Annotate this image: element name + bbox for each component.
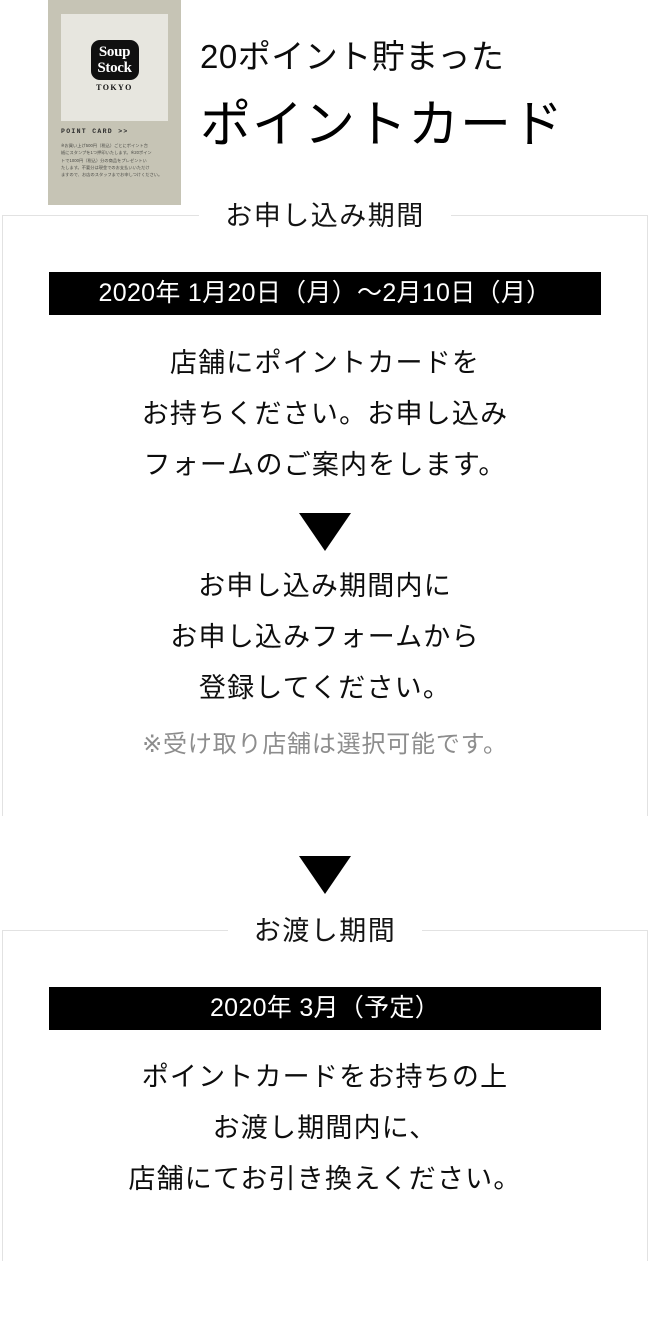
soup-stock-tokyo-logo: Soup Stock TOKYO [90,40,139,92]
application-note: ※受け取り店舗は選択可能です。 [142,731,508,758]
card-caption-line: ますので、お店のスタッフまでお申しつけください。 [61,172,163,178]
handover-period-section: お渡し期間 2020年 3月（予定） ポイントカードをお持ちの上 お渡し期間内に… [2,911,648,1261]
text-line: お申し込み期間内に [198,571,452,601]
application-period-bar: 2020年 1月20日（月）～2月10日（月） [49,272,601,315]
logo-subtext: TOKYO [96,83,133,92]
logo-mark-icon: Soup Stock [90,40,139,80]
point-card-image: Soup Stock TOKYO POINT CARD >> ※お買い上げ500… [48,0,181,205]
text-line: お申し込みフォームから [170,622,480,652]
text-line: 登録してください。 [198,673,452,703]
application-step1-text: 店舗にポイントカードを お持ちください。お申し込み フォームのご案内をします。 [3,315,647,491]
application-period-section: お申し込み期間 2020年 1月20日（月）～2月10日（月） 店舗にポイントカ… [2,196,648,816]
text-line: ポイントカードをお持ちの上 [141,1062,509,1092]
card-caption-line: 紙にスタンプを1つ押印いたします。※20ポイン [61,150,152,156]
handover-period-legend: お渡し期間 [3,911,647,951]
card-caption-body: ※お買い上げ500円（税込）ごとにポイント台 紙にスタンプを1つ押印いたします。… [61,142,169,178]
hero-section: Soup Stock TOKYO POINT CARD >> ※お買い上げ500… [0,0,650,215]
handover-period-legend-label: お渡し期間 [227,911,423,951]
card-caption-title: POINT CARD >> [61,128,129,135]
card-caption-line: たします。不要分は現金でのお支払いいただけ [61,164,150,170]
logo-line-2: Stock [97,59,132,76]
point-card-promo-page: Soup Stock TOKYO POINT CARD >> ※お買い上げ500… [0,0,650,1339]
card-caption-line: トで1000円（税込）分の商品をプレゼントい [61,157,147,163]
application-step2-text: お申し込み期間内に お申し込みフォームから 登録してください。 [3,553,647,714]
handover-body-text: ポイントカードをお持ちの上 お渡し期間内に、 店舗にてお引き換えください。 [3,1030,647,1205]
card-inner-panel: Soup Stock TOKYO [61,14,168,121]
text-line: フォームのご案内をします。 [143,450,507,480]
card-caption: POINT CARD >> ※お買い上げ500円（税込）ごとにポイント台 紙にス… [61,128,169,178]
text-line: 店舗にてお引き換えください。 [128,1164,522,1194]
logo-line-1: Soup [98,43,131,60]
text-line: お持ちください。お申し込み [141,399,509,429]
triangle-down-icon [299,856,351,894]
hero-subtitle: 20ポイント貯まった [200,38,505,75]
card-caption-line: ※お買い上げ500円（税込）ごとにポイント台 [61,143,148,148]
text-line: 店舗にポイントカードを [169,348,481,378]
text-line: お渡し期間内に、 [212,1113,438,1143]
triangle-down-icon [299,513,351,551]
hero-text-block: 20ポイント貯まった ポイントカード [200,0,650,150]
page-title: ポイントカード [200,96,565,153]
handover-period-bar: 2020年 3月（予定） [49,987,601,1030]
